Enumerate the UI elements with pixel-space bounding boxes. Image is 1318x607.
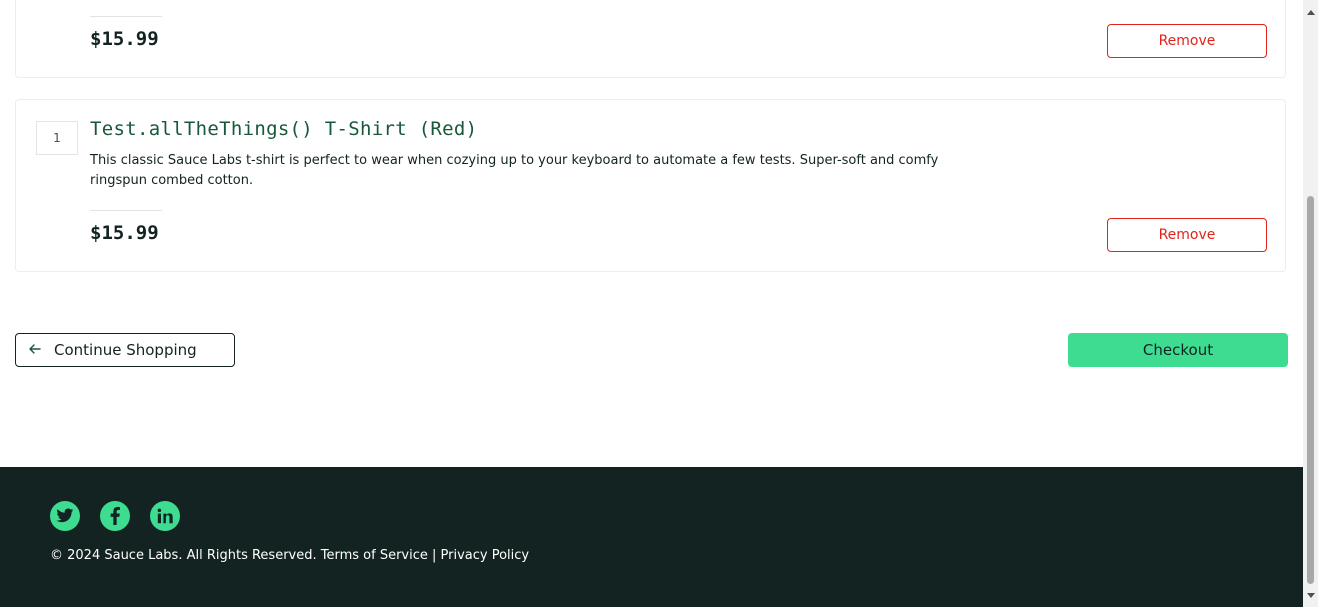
- continue-shopping-button[interactable]: Continue Shopping: [15, 333, 235, 367]
- footer: © 2024 Sauce Labs. All Rights Reserved. …: [0, 467, 1303, 607]
- item-quantity: 1: [36, 121, 78, 155]
- vertical-scrollbar[interactable]: [1303, 0, 1318, 607]
- footer-copyright: © 2024 Sauce Labs. All Rights Reserved. …: [50, 548, 530, 563]
- facebook-icon[interactable]: [100, 501, 130, 531]
- scrollbar-thumb[interactable]: [1307, 196, 1314, 584]
- item-price: $15.99: [90, 222, 159, 244]
- cart-item: $15.99 Remove: [15, 0, 1286, 78]
- arrow-left-icon: [28, 343, 42, 358]
- cart-page: $15.99 Remove 1 Test.allTheThings() T-Sh…: [0, 0, 1303, 607]
- linkedin-icon[interactable]: [150, 501, 180, 531]
- twitter-icon[interactable]: [50, 501, 80, 531]
- cart-item: 1 Test.allTheThings() T-Shirt (Red) This…: [15, 99, 1286, 272]
- scroll-up-arrow-icon[interactable]: [1303, 4, 1318, 19]
- item-name-link[interactable]: Test.allTheThings() T-Shirt (Red): [90, 118, 477, 140]
- item-divider: [90, 16, 162, 17]
- scroll-down-arrow-icon[interactable]: [1303, 588, 1318, 603]
- checkout-button[interactable]: Checkout: [1068, 333, 1288, 367]
- item-divider: [90, 210, 162, 211]
- remove-button[interactable]: Remove: [1107, 24, 1267, 58]
- remove-button[interactable]: Remove: [1107, 218, 1267, 252]
- continue-shopping-label: Continue Shopping: [54, 341, 197, 359]
- item-description: This classic Sauce Labs t-shirt is perfe…: [90, 153, 939, 188]
- item-price: $15.99: [90, 28, 159, 50]
